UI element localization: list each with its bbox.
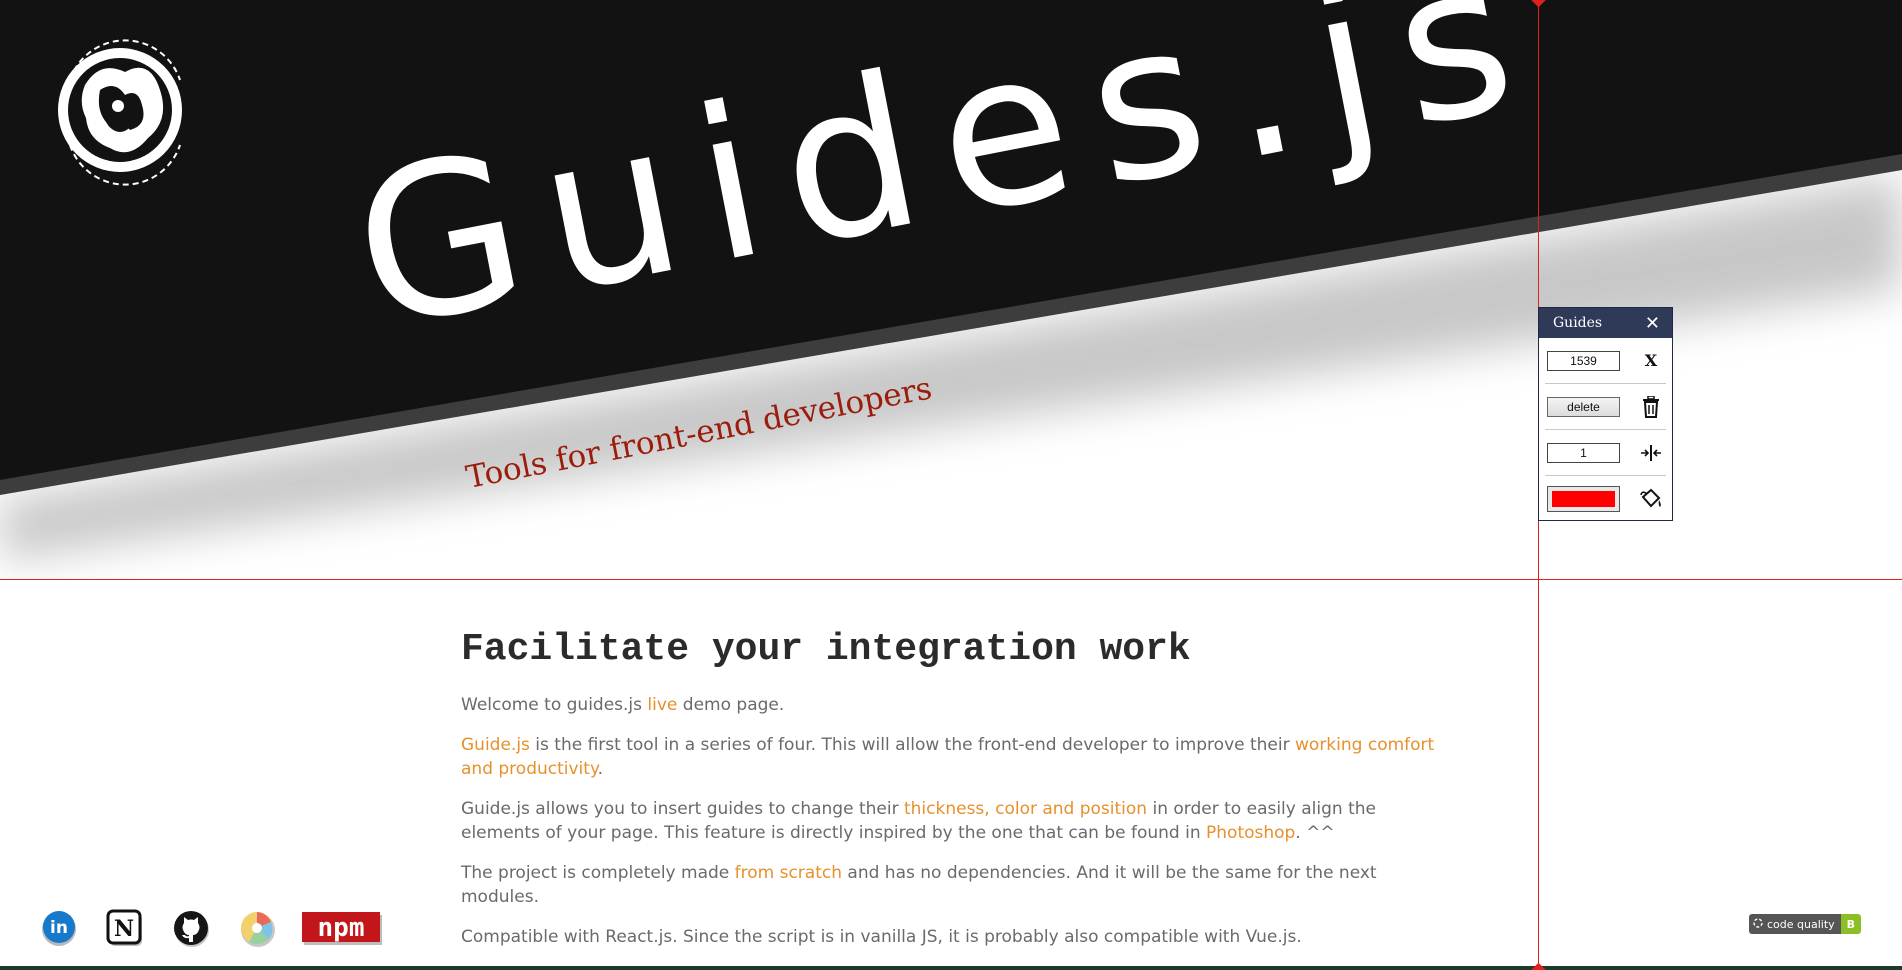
badge-grade: B — [1840, 914, 1862, 934]
badge-left: code quality — [1749, 914, 1841, 934]
delete-button[interactable]: delete — [1547, 396, 1620, 417]
close-icon[interactable]: ✕ — [1645, 313, 1660, 334]
scratch-paragraph: The project is completely made from scra… — [461, 861, 1441, 909]
series-paragraph: Guide.js is the first tool in a series o… — [461, 733, 1441, 781]
notion-text: N — [114, 916, 134, 942]
trash-icon[interactable] — [1638, 394, 1664, 420]
text-segment: . — [597, 759, 603, 779]
social-links: in N npm — [36, 905, 384, 951]
text-segment: is the first tool in a series of four. T… — [529, 735, 1296, 755]
photoshop-link[interactable]: Photoshop — [1206, 823, 1295, 843]
code-quality-badge[interactable]: code quality B — [1749, 914, 1862, 934]
spinner-icon — [1753, 917, 1763, 931]
paint-bucket-icon[interactable] — [1638, 486, 1664, 512]
features-paragraph: Guide.js allows you to insert guides to … — [461, 797, 1441, 845]
thickness-row — [1545, 430, 1666, 476]
badge-label: code quality — [1767, 917, 1835, 931]
horizontal-guide[interactable] — [0, 579, 1902, 580]
github-icon[interactable] — [168, 905, 214, 951]
thickness-input[interactable] — [1547, 442, 1620, 463]
main-content: Facilitate your integration work Welcome… — [461, 628, 1441, 965]
text-segment: Welcome to guides.js — [461, 695, 648, 715]
guidejs-link[interactable]: Guide.js — [461, 735, 530, 755]
color-wheel-icon[interactable] — [234, 905, 280, 951]
npm-icon[interactable]: npm — [300, 908, 384, 948]
text-segment: Guide.js allows you to insert guides to … — [461, 799, 904, 819]
linkedin-text: in — [50, 918, 68, 938]
panel-header[interactable]: Guides ✕ — [1539, 308, 1672, 338]
text-segment: demo page. — [677, 695, 785, 715]
guides-panel: Guides ✕ X delete — [1538, 307, 1673, 521]
intro-paragraph: Welcome to guides.js live demo page. — [461, 693, 1441, 717]
color-picker[interactable] — [1547, 486, 1620, 512]
from-scratch-link[interactable]: from scratch — [735, 863, 842, 883]
linkedin-icon[interactable]: in — [36, 905, 82, 951]
color-swatch — [1552, 491, 1615, 507]
text-segment: The project is completely made — [461, 863, 735, 883]
bottom-bar — [0, 966, 1902, 970]
panel-title: Guides — [1553, 315, 1603, 331]
live-link[interactable]: live — [647, 695, 677, 715]
text-segment: . ^^ — [1295, 823, 1335, 843]
thickness-color-position-link[interactable]: thickness, color and position — [904, 799, 1147, 819]
axis-toggle-icon[interactable]: X — [1638, 348, 1664, 374]
notion-icon[interactable]: N — [102, 905, 148, 951]
position-input[interactable] — [1547, 350, 1620, 371]
compat-paragraph: Compatible with React.js. Since the scri… — [461, 927, 1302, 947]
color-row — [1545, 476, 1666, 522]
delete-row: delete — [1545, 384, 1666, 430]
npm-text: npm — [318, 913, 365, 943]
thickness-icon[interactable] — [1638, 440, 1664, 466]
page-heading: Facilitate your integration work — [461, 628, 1191, 671]
position-row: X — [1545, 338, 1666, 384]
